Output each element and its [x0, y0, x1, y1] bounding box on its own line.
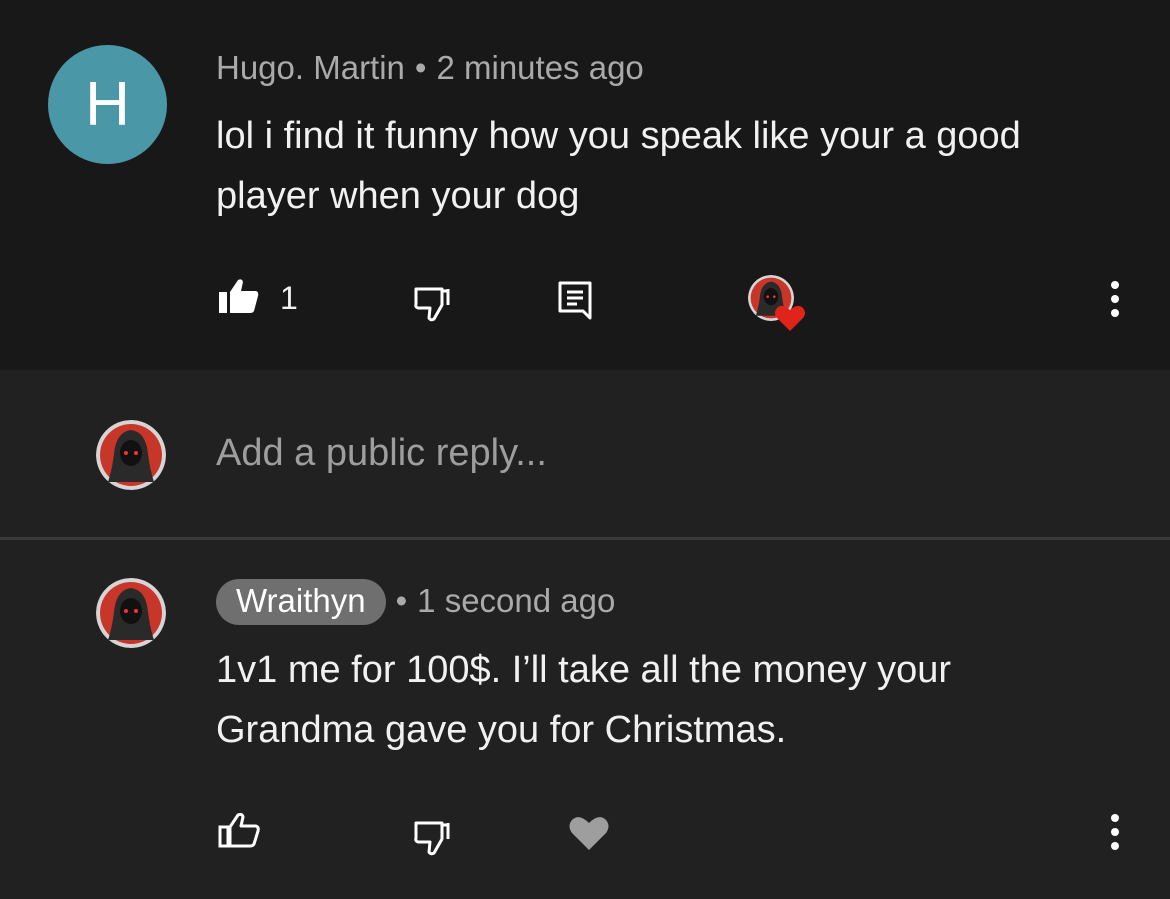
like-count: 1 [280, 280, 298, 316]
comment-author[interactable]: Hugo. Martin [216, 49, 405, 86]
reply-icon[interactable] [557, 280, 595, 322]
reply-box [0, 370, 1170, 538]
reply-meta: Wraithyn • 1 second ago [216, 579, 615, 625]
comment-thread: H Hugo. Martin • 2 minutes ago lol i find … [0, 0, 1170, 899]
more-options-icon[interactable] [1108, 813, 1122, 853]
comment-text-line: lol i find it funny how you speak like y… [216, 115, 1021, 157]
thumbs-down-icon[interactable] [413, 286, 451, 322]
avatar[interactable]: H [48, 45, 167, 164]
comment-text-line: player when your dog [216, 175, 580, 217]
avatar[interactable] [96, 578, 166, 648]
meta-separator: • [395, 582, 408, 619]
reply-text-line: Grandma gave you for Christmas. [216, 709, 787, 751]
comment-meta: Hugo. Martin • 2 minutes ago [216, 49, 644, 87]
reply-text: 1v1 me for 100$. I’ll take all the money… [216, 640, 1126, 760]
thumbs-up-filled-icon[interactable] [218, 278, 260, 314]
comment-text: lol i find it funny how you speak like y… [216, 106, 1126, 226]
reply-input[interactable]: Add a public reply... [216, 432, 547, 475]
thumbs-up-icon[interactable] [218, 812, 260, 848]
meta-separator: • [414, 49, 427, 86]
heart-icon[interactable] [568, 814, 610, 852]
user-avatar [96, 420, 166, 490]
more-options-icon[interactable] [1108, 280, 1122, 320]
author-chip[interactable]: Wraithyn [216, 579, 386, 625]
heart-icon [775, 305, 805, 331]
reply-text-line: 1v1 me for 100$. I’ll take all the money… [216, 649, 952, 691]
thumbs-down-icon[interactable] [413, 820, 451, 856]
reply-time: 1 second ago [417, 582, 616, 619]
comment-time: 2 minutes ago [436, 49, 644, 86]
